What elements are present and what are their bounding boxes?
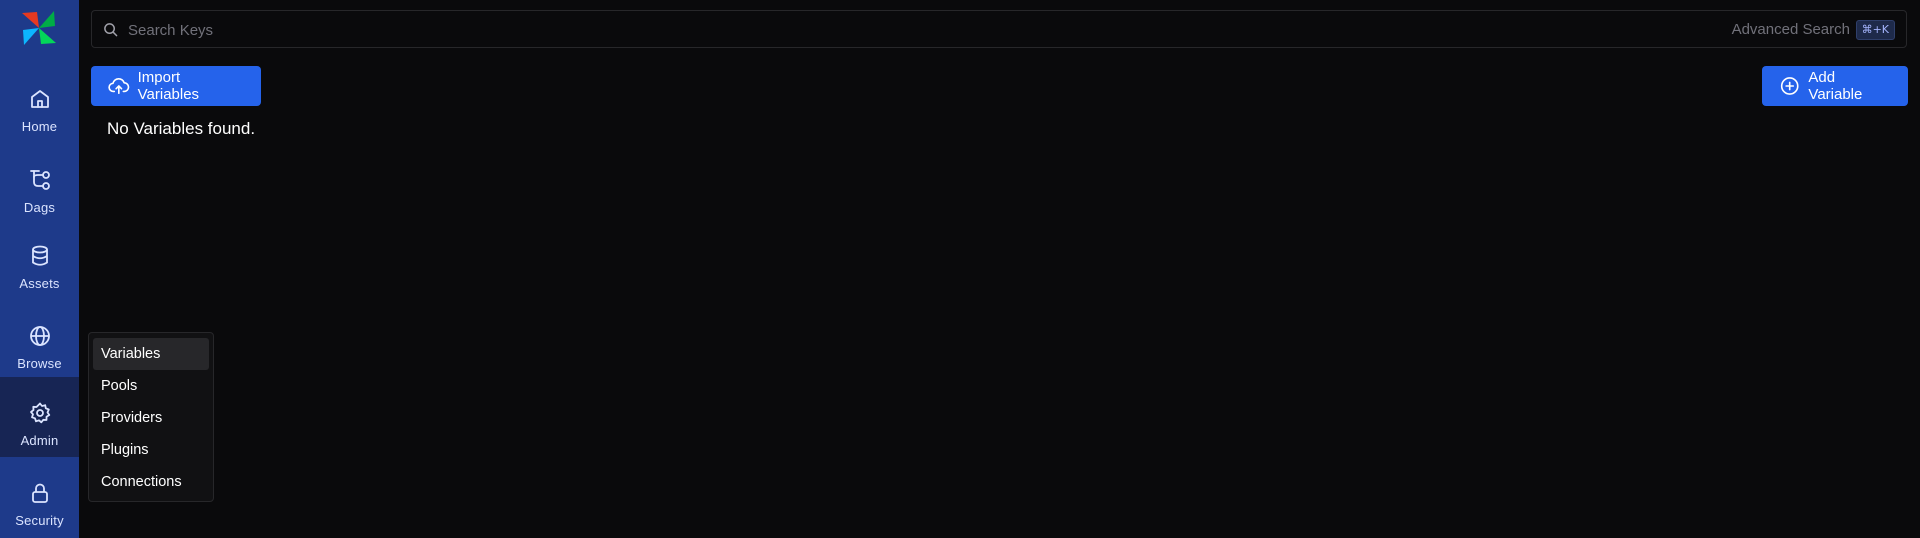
nav-dags-label: Dags: [23, 200, 56, 215]
menu-item-pools[interactable]: Pools: [93, 370, 209, 402]
nav-admin[interactable]: Admin: [0, 377, 79, 457]
import-variables-label: Import Variables: [137, 69, 200, 103]
globe-icon: [29, 326, 50, 346]
add-variable-button[interactable]: Add Variable: [1762, 66, 1908, 106]
shortcut-badge: ⌘+K: [1855, 20, 1895, 40]
menu-item-variables[interactable]: Variables: [93, 338, 209, 370]
import-variables-button[interactable]: Import Variables: [91, 66, 261, 106]
dags-icon: [29, 170, 50, 190]
search-icon: [104, 23, 118, 37]
nav-security-label: Security: [15, 513, 64, 528]
search-input[interactable]: [126, 11, 1430, 49]
nav-assets-label: Assets: [19, 276, 60, 291]
menu-item-connections[interactable]: Connections: [93, 466, 209, 498]
menu-item-providers[interactable]: Providers: [93, 402, 209, 434]
sidebar: Home Dags Assets Browse Admin Security: [0, 0, 79, 538]
gear-icon: [29, 402, 50, 424]
airflow-logo-icon[interactable]: [19, 8, 59, 48]
advanced-search-link[interactable]: Advanced Search: [1732, 21, 1850, 38]
plus-circle-icon: [1780, 77, 1799, 95]
home-icon: [30, 90, 49, 108]
nav-home[interactable]: Home: [0, 63, 79, 143]
nav-browse-label: Browse: [17, 356, 62, 371]
nav-admin-label: Admin: [20, 433, 59, 448]
database-icon: [31, 245, 48, 266]
nav-browse[interactable]: Browse: [0, 300, 79, 380]
empty-state-message: No Variables found.: [107, 119, 256, 138]
menu-item-plugins[interactable]: Plugins: [93, 434, 209, 466]
nav-dags[interactable]: Dags: [0, 144, 79, 224]
nav-assets[interactable]: Assets: [0, 220, 79, 300]
add-variable-label: Add Variable: [1808, 69, 1863, 103]
admin-menu: Variables Pools Providers Plugins Connec…: [88, 332, 214, 502]
search-bar: Advanced Search ⌘+K: [91, 10, 1907, 49]
nav-home-label: Home: [21, 119, 58, 134]
lock-icon: [31, 483, 48, 503]
cloud-upload-icon: [108, 78, 130, 95]
nav-security[interactable]: Security: [0, 457, 79, 537]
